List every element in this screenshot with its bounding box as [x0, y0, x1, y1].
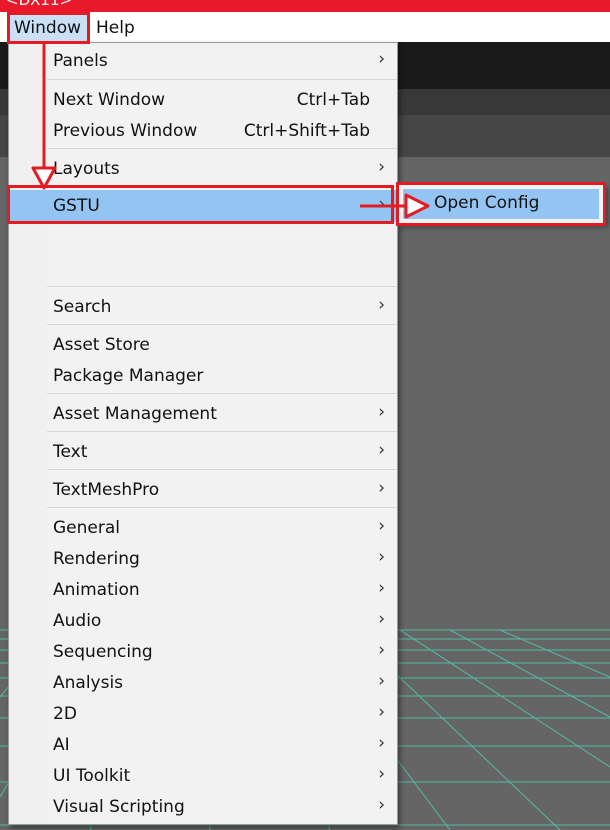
arrow-down-icon	[31, 44, 57, 190]
annotation-arrows	[31, 44, 430, 219]
arrow-right-icon	[360, 193, 430, 219]
